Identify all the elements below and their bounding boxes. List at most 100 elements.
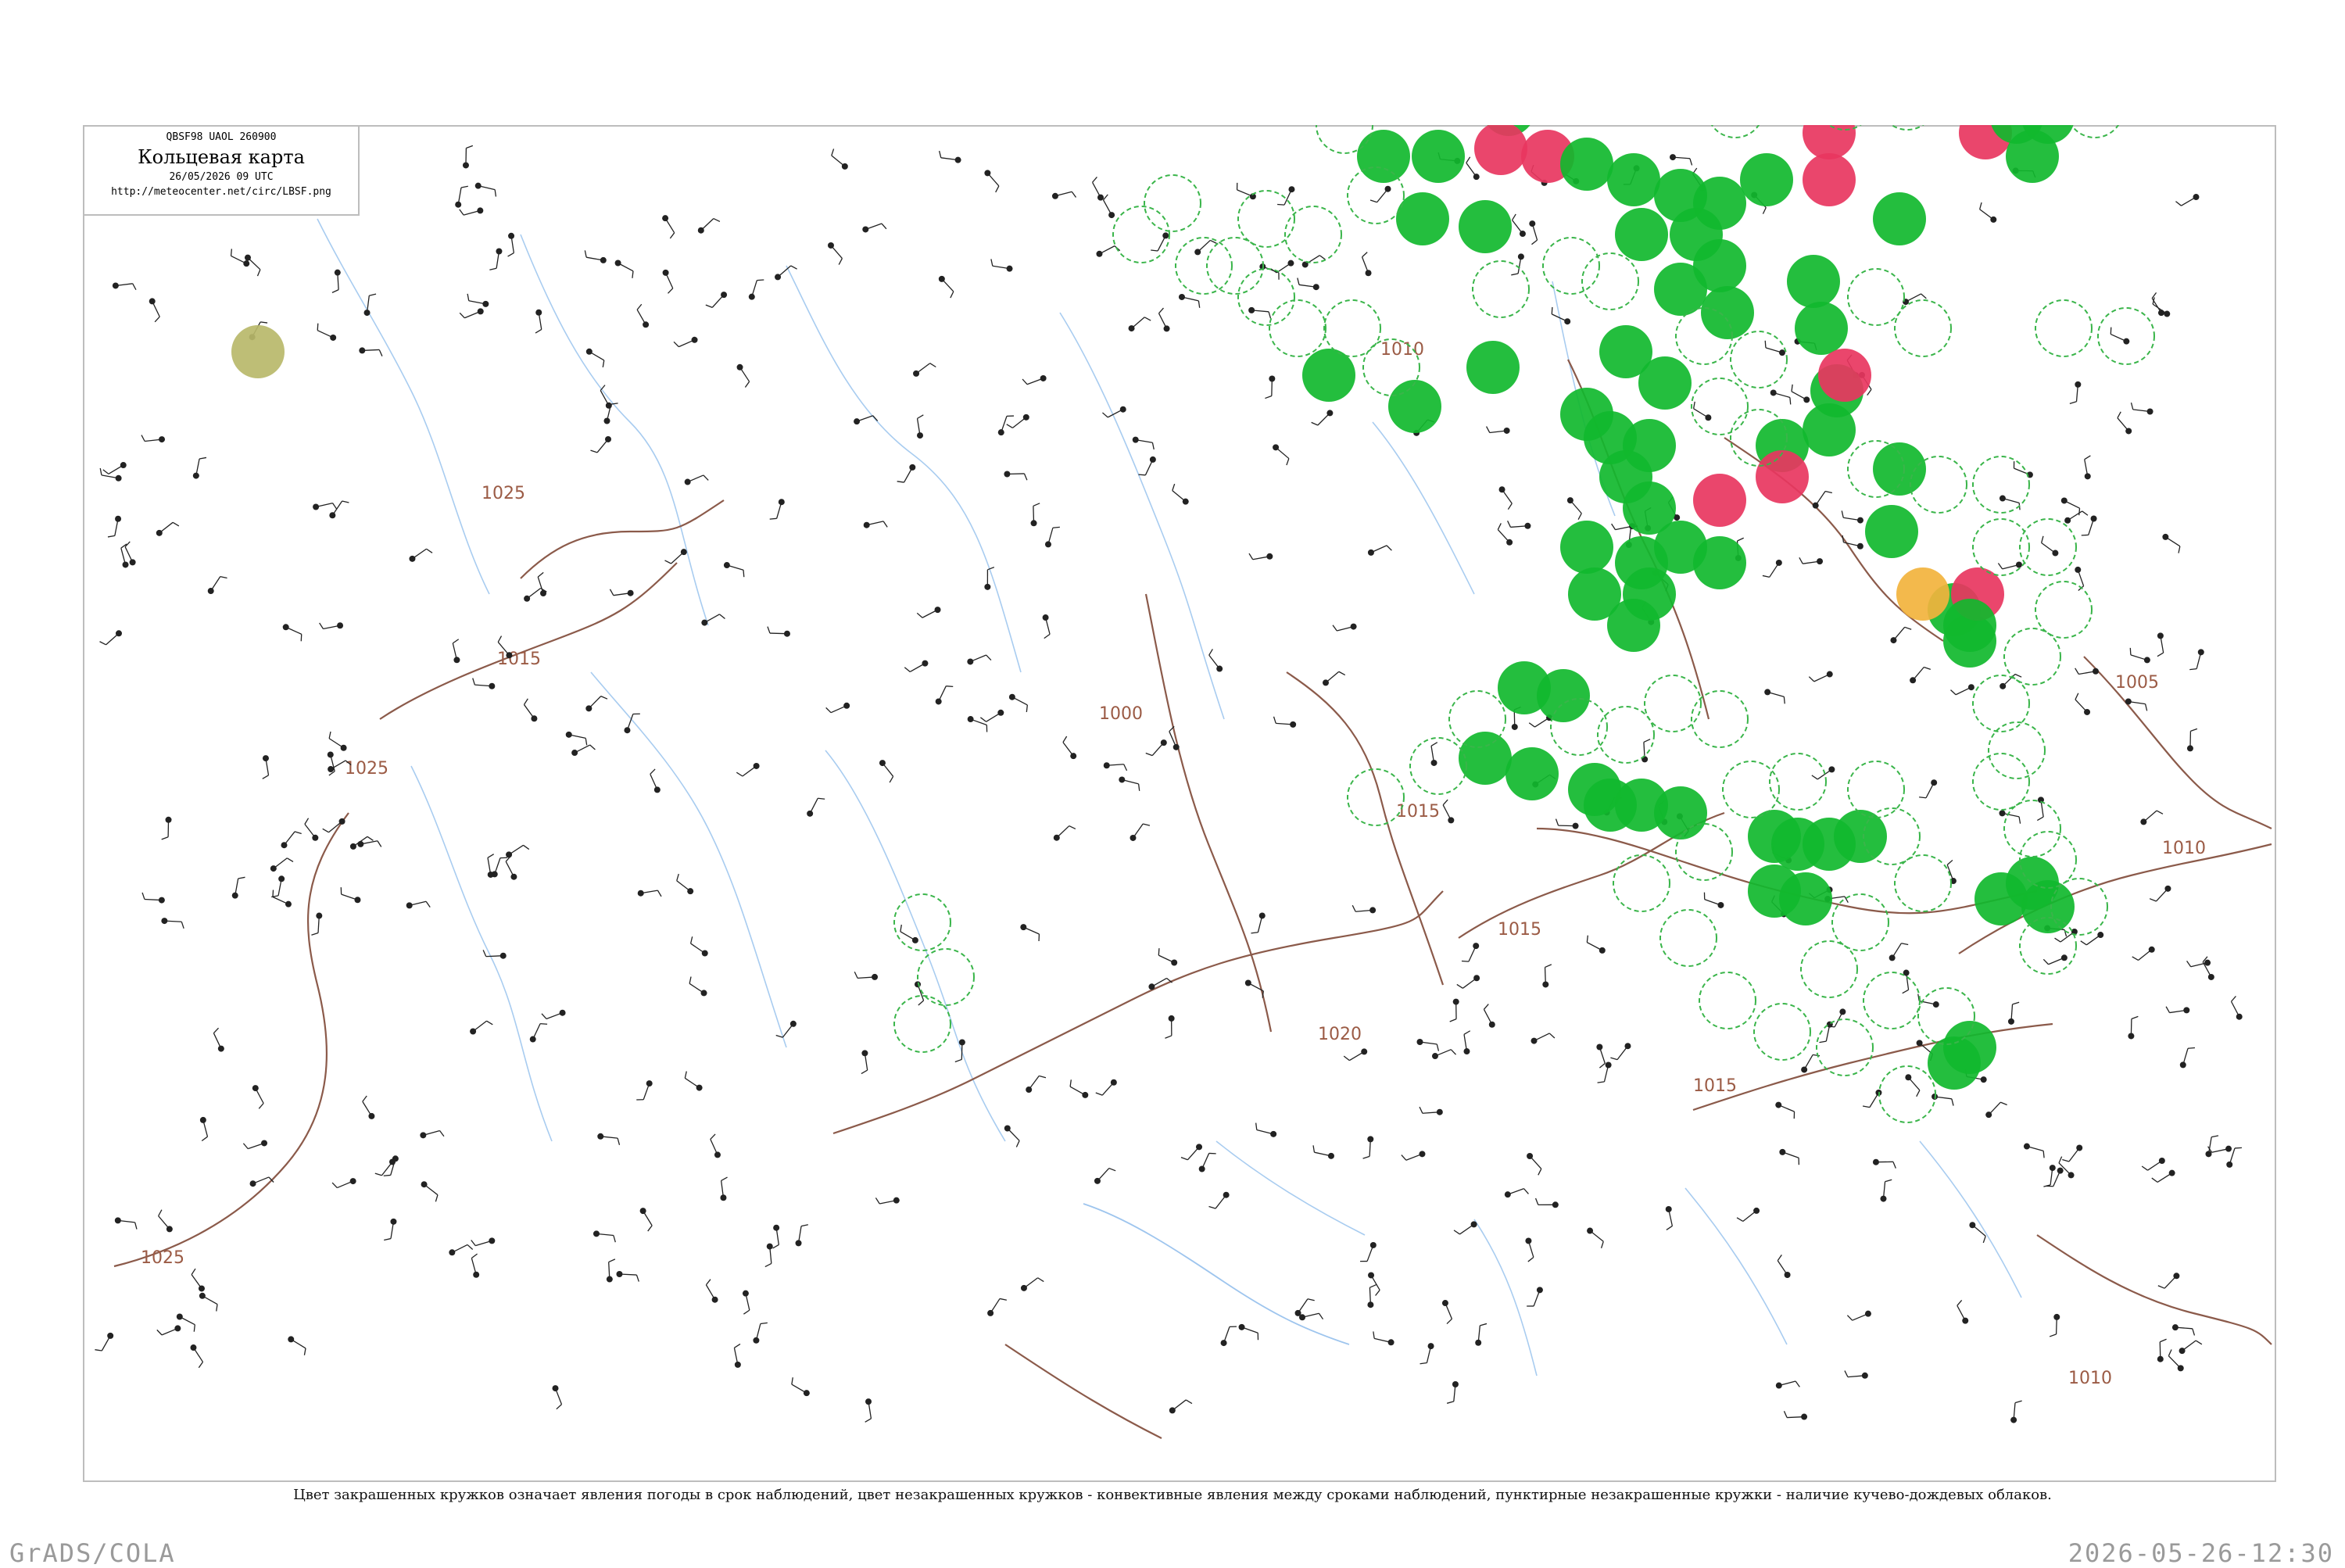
station-plot xyxy=(530,1024,547,1043)
station-plot xyxy=(1487,427,1510,434)
station-plot xyxy=(1172,484,1189,505)
cb-circle xyxy=(1989,722,2045,779)
station-plot xyxy=(1801,1054,1820,1072)
station-plot xyxy=(2128,1016,2138,1039)
station-plot xyxy=(616,1271,639,1282)
station-plot xyxy=(1004,471,1026,480)
station-plot xyxy=(359,347,382,356)
cb-circle xyxy=(1613,855,1670,911)
station-plot xyxy=(199,1293,217,1312)
station-plot xyxy=(1447,1381,1459,1403)
weather-circle xyxy=(1779,872,1832,925)
cb-circle xyxy=(1473,261,1529,317)
station-plot xyxy=(103,462,127,474)
station-plot xyxy=(1370,186,1391,202)
station-plot xyxy=(2152,1170,2175,1183)
station-plot xyxy=(2132,403,2153,414)
station-plot xyxy=(984,170,998,192)
station-plot xyxy=(1102,406,1126,417)
station-plot xyxy=(2043,954,2068,964)
station-plot xyxy=(1610,1043,1631,1059)
station-plot xyxy=(213,1028,224,1051)
station-plot xyxy=(1199,1153,1216,1172)
weather-circle xyxy=(1896,567,1949,621)
station-plot xyxy=(1299,1313,1323,1320)
station-plot xyxy=(273,890,292,908)
station-plot xyxy=(585,696,607,712)
station-plot xyxy=(677,874,693,894)
station-plot xyxy=(1295,1299,1315,1316)
footer-timestamp: 2026-05-26-12:30 xyxy=(2068,1538,2334,1568)
station-plot xyxy=(685,475,709,485)
station-plot xyxy=(968,716,987,732)
station-plot xyxy=(156,522,179,536)
station-plot xyxy=(357,841,381,847)
cb-circle xyxy=(1895,855,1951,911)
station-plot xyxy=(1323,671,1345,686)
station-plot xyxy=(1363,1136,1374,1158)
map-url[interactable]: http://meteocenter.net/circ/LBSF.png xyxy=(84,186,358,198)
station-plot xyxy=(1148,978,1172,990)
station-plot xyxy=(453,639,460,664)
isobar-label: 1015 xyxy=(1498,920,1541,940)
station-plot xyxy=(586,349,604,367)
weather-circle xyxy=(1943,1021,1996,1074)
weather-circle xyxy=(1873,442,1926,496)
station-plot xyxy=(1556,819,1579,829)
weather-circle xyxy=(1615,208,1668,261)
station-plot xyxy=(736,763,759,776)
station-plot xyxy=(1119,776,1139,790)
cb-circle xyxy=(1582,253,1638,310)
station-plot xyxy=(281,832,301,848)
station-plot xyxy=(1905,1074,1920,1097)
station-plot xyxy=(2118,412,2132,435)
station-plot xyxy=(1277,186,1294,205)
map-info-box: QBSF98 UAOL 260900 Кольцевая карта 26/05… xyxy=(84,127,360,216)
weather-map[interactable]: 1025 1025 1025 1020 1015 1015 1015 1015 … xyxy=(83,125,2276,1482)
cb-circle xyxy=(1863,972,1920,1029)
station-plot xyxy=(1764,689,1785,703)
station-plot xyxy=(1146,739,1167,755)
isobar-label: 1010 xyxy=(2068,1369,2112,1388)
weather-circle xyxy=(1693,536,1746,589)
isobar-label: 1010 xyxy=(2162,839,2206,858)
station-plot xyxy=(1598,1061,1612,1083)
weather-circle xyxy=(1787,255,1840,308)
station-plot xyxy=(691,936,708,956)
station-plot xyxy=(1799,557,1823,564)
station-plot xyxy=(1776,1381,1800,1388)
station-plot xyxy=(467,294,489,307)
station-plot xyxy=(1919,779,1937,798)
station-plot xyxy=(1454,1221,1477,1234)
station-plot xyxy=(854,972,878,980)
station-plot xyxy=(1352,905,1376,913)
station-plot xyxy=(879,760,893,782)
cb-circle xyxy=(1543,238,1599,294)
station-plot xyxy=(317,324,336,341)
station-plot xyxy=(1813,491,1832,508)
cb-circle xyxy=(1848,269,1904,325)
station-plot xyxy=(734,1344,740,1367)
station-plot xyxy=(1416,1039,1438,1051)
cb-circle xyxy=(1144,175,1201,231)
station-plot xyxy=(1542,965,1552,988)
station-plot xyxy=(1998,561,2022,568)
station-plot xyxy=(1809,671,1832,682)
station-plot xyxy=(542,1010,566,1019)
station-plot xyxy=(826,703,850,713)
station-plot xyxy=(1737,1208,1760,1222)
station-plot xyxy=(420,1130,444,1138)
station-plot xyxy=(1026,1076,1046,1093)
station-plot xyxy=(313,503,336,510)
map-time: 26/05/2026 09 UTC xyxy=(84,171,358,183)
station-plot xyxy=(1133,437,1155,449)
station-plot xyxy=(2140,811,2163,825)
station-plot xyxy=(1239,1324,1258,1340)
station-plot xyxy=(288,1336,306,1355)
station-plot xyxy=(571,745,595,756)
station-plot xyxy=(1130,824,1149,841)
station-plot xyxy=(1249,553,1273,560)
cb-circle xyxy=(1660,910,1717,966)
station-plot xyxy=(2231,996,2242,1019)
station-plot xyxy=(193,457,206,478)
